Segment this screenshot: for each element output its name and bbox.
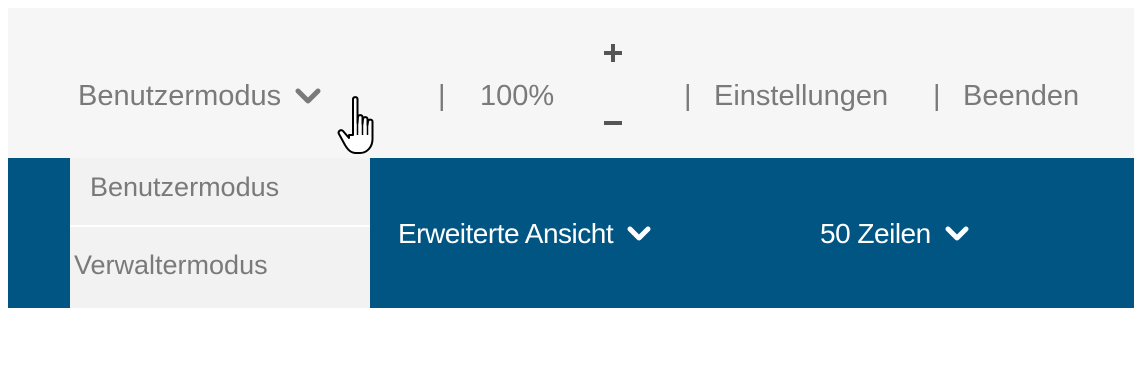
rows-per-page-label: 50 Zeilen	[820, 218, 931, 249]
view-select[interactable]: Erweiterte Ansicht	[398, 218, 651, 250]
divider	[70, 225, 370, 227]
mode-select[interactable]: Benutzermodus	[78, 78, 321, 114]
rows-per-page-select[interactable]: 50 Zeilen	[820, 218, 969, 250]
separator: |	[684, 80, 692, 112]
mode-select-label: Benutzermodus	[78, 80, 282, 112]
zoom-controls	[598, 38, 628, 138]
view-select-label: Erweiterte Ansicht	[398, 218, 614, 249]
chevron-down-icon	[627, 226, 651, 241]
minus-icon[interactable]	[598, 108, 628, 138]
settings-link[interactable]: Einstellungen	[714, 78, 888, 114]
separator: |	[438, 80, 446, 112]
menu-item-user-mode[interactable]: Benutzermodus	[70, 158, 370, 228]
plus-icon[interactable]	[598, 38, 628, 68]
top-toolbar: Benutzermodus | 100% | Einstellungen | B…	[8, 8, 1134, 158]
chevron-down-icon	[945, 226, 969, 241]
quit-link[interactable]: Beenden	[963, 78, 1079, 114]
mode-dropdown-menu: Benutzermodus Verwaltermodus	[70, 158, 370, 308]
zoom-level: 100%	[480, 80, 555, 112]
chevron-down-icon	[295, 88, 321, 104]
separator: |	[933, 80, 941, 112]
menu-item-admin-mode[interactable]: Verwaltermodus	[70, 228, 370, 298]
